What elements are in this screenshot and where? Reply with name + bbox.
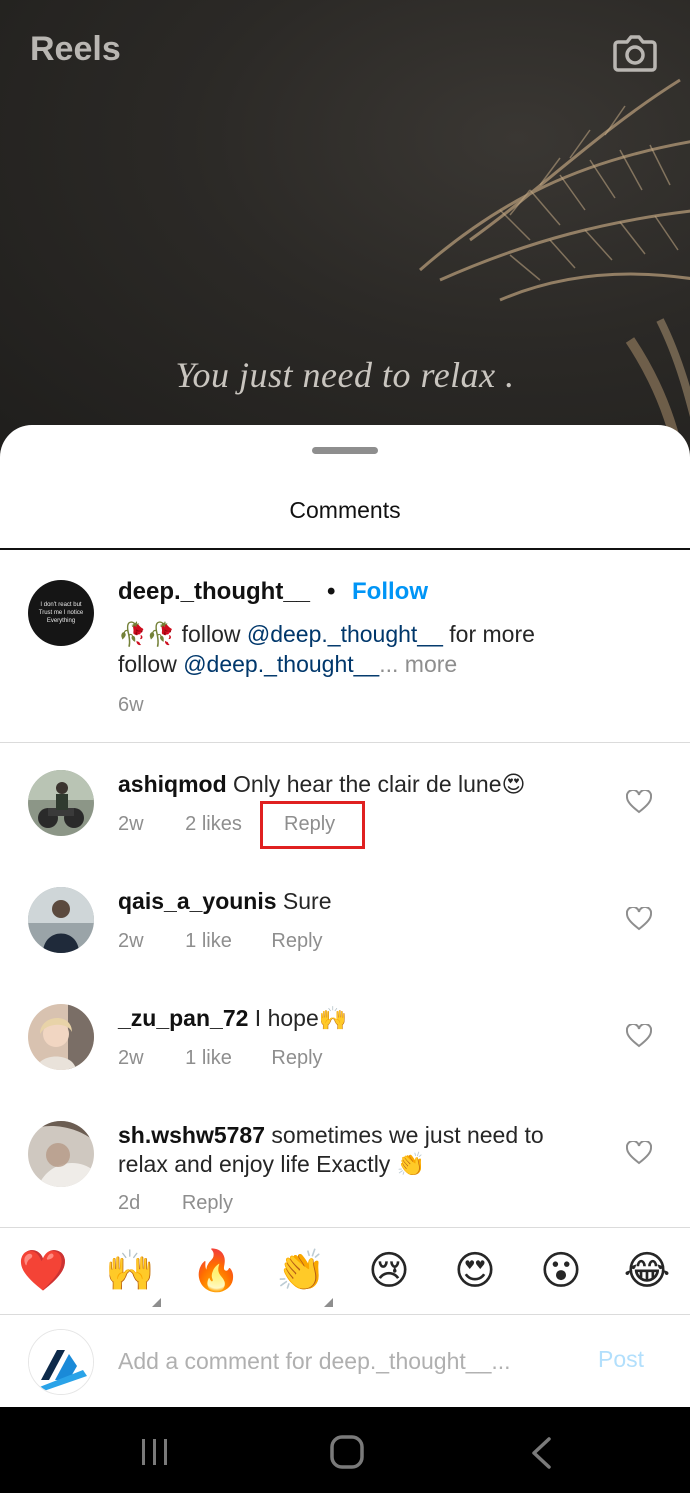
heart-icon[interactable] — [626, 1141, 652, 1165]
post-caption-line2: follow @deep._thought__... more — [118, 651, 457, 678]
heart-emoji-button[interactable]: ❤️ — [18, 1246, 68, 1296]
caption-text: follow — [118, 651, 184, 677]
avatar[interactable] — [28, 1004, 94, 1070]
laughing-emoji-button[interactable]: 😂 — [622, 1246, 672, 1296]
likes-count[interactable]: 2 likes — [185, 813, 242, 836]
comment-meta: 2w 1 like Reply — [118, 930, 323, 953]
skin-tone-indicator-icon — [324, 1298, 333, 1307]
plant-image — [419, 78, 690, 460]
heart-icon[interactable] — [626, 907, 652, 931]
surprised-emoji-button[interactable]: 😮 — [536, 1246, 586, 1296]
divider — [0, 548, 690, 550]
reel-video[interactable]: Reels You just need to relax . — [0, 0, 690, 460]
post-caption-line1: 🥀🥀 follow @deep._thought__ for more — [118, 621, 535, 648]
sheet-title: Comments — [289, 497, 401, 523]
comment-time: 2w — [118, 1047, 144, 1069]
camera-icon[interactable] — [612, 30, 658, 76]
likes-count[interactable]: 1 like — [185, 930, 232, 953]
avatar[interactable] — [28, 887, 94, 953]
heart-eyes-emoji-button[interactable]: 😍 — [450, 1246, 500, 1296]
fire-emoji-button[interactable]: 🔥 — [191, 1246, 241, 1296]
heart-icon[interactable] — [626, 790, 652, 814]
comment-body: Sure — [276, 888, 332, 914]
avatar[interactable] — [28, 1329, 94, 1395]
reply-button[interactable]: Reply — [284, 813, 335, 836]
comment-text: sh.wshw5787 sometimes we just need to re… — [118, 1121, 598, 1179]
comment-text: qais_a_younis Sure — [118, 887, 598, 916]
back-icon[interactable] — [528, 1436, 554, 1470]
comment-time: 2w — [118, 813, 144, 835]
reels-title: Reels — [30, 30, 121, 68]
comment-composer: Post — [0, 1316, 690, 1407]
system-navigation-bar — [0, 1407, 690, 1493]
emoji-reaction-bar: ❤️ 🙌 🔥 👏 😢 😍 😮 😂 — [0, 1227, 690, 1315]
recent-apps-icon[interactable] — [139, 1437, 171, 1467]
mention-link[interactable]: @deep._thought__ — [183, 651, 379, 677]
rose-emoji: 🥀🥀 — [118, 621, 176, 647]
avatar-text: I don't react but Trust me I notice Ever… — [38, 602, 84, 624]
reply-button[interactable]: Reply — [182, 1192, 233, 1215]
comment-meta: 2w 1 like Reply — [118, 1047, 323, 1070]
avatar[interactable] — [28, 770, 94, 836]
caption-text: for more — [442, 621, 535, 647]
comment-meta: 2d Reply — [118, 1192, 233, 1215]
home-icon[interactable] — [329, 1434, 365, 1470]
caption-text: follow — [175, 621, 247, 647]
comment-input[interactable] — [118, 1344, 568, 1378]
post-button[interactable]: Post — [598, 1346, 644, 1373]
raised-hands-emoji-button[interactable]: 🙌 — [105, 1246, 155, 1296]
crying-emoji-button[interactable]: 😢 — [364, 1246, 414, 1296]
comment-username[interactable]: qais_a_younis — [118, 888, 277, 914]
post-timestamp: 6w — [118, 694, 144, 716]
avatar[interactable]: I don't react but Trust me I notice Ever… — [28, 580, 94, 646]
reel-caption: You just need to relax . — [175, 355, 515, 395]
clap-emoji-button[interactable]: 👏 — [276, 1246, 326, 1296]
comment-username[interactable]: ashiqmod — [118, 771, 227, 797]
likes-count[interactable]: 1 like — [185, 1047, 232, 1070]
heart-icon[interactable] — [626, 1024, 652, 1048]
comment-text: _zu_pan_72 I hope🙌 — [118, 1004, 598, 1033]
separator-dot: • — [327, 578, 336, 605]
mention-link[interactable]: @deep._thought__ — [247, 621, 443, 647]
comment-body: I hope🙌 — [248, 1005, 348, 1031]
reply-button[interactable]: Reply — [271, 930, 322, 953]
divider — [0, 742, 690, 743]
post-username[interactable]: deep._thought__ — [118, 578, 310, 606]
comment-time: 2w — [118, 930, 144, 952]
drag-handle[interactable] — [312, 447, 378, 454]
avatar[interactable] — [28, 1121, 94, 1187]
comment-username[interactable]: sh.wshw5787 — [118, 1122, 265, 1148]
skin-tone-indicator-icon — [152, 1298, 161, 1307]
comment-username[interactable]: _zu_pan_72 — [118, 1005, 248, 1031]
comment-time: 2d — [118, 1192, 141, 1214]
comment-body: Only hear the clair de lune😍 — [226, 771, 526, 797]
comment-meta: 2w 2 likes — [118, 813, 242, 836]
follow-button[interactable]: Follow — [352, 578, 428, 606]
reply-button[interactable]: Reply — [271, 1047, 322, 1070]
comment-text: ashiqmod Only hear the clair de lune😍 — [118, 770, 598, 799]
more-link[interactable]: ... more — [379, 651, 457, 677]
